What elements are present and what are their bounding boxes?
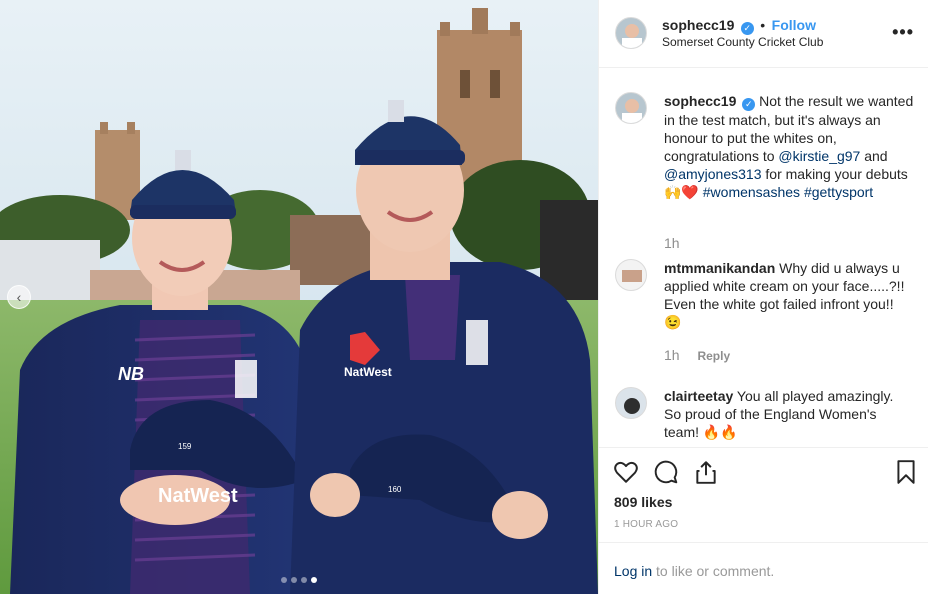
comment-meta: 1h Reply xyxy=(664,347,730,363)
instagram-post: 159 NatWest NB NatWest 160 ‹ sophecc19 ✓… xyxy=(0,0,928,594)
carousel-dot xyxy=(291,577,297,583)
chevron-left-icon: ‹ xyxy=(16,289,22,305)
caption-body-2: for making your debuts xyxy=(765,166,908,182)
post-sidebar: sophecc19 ✓ • Follow Somerset County Cri… xyxy=(598,0,928,594)
caption-and: and xyxy=(864,148,888,164)
comment-emoji: 😉 xyxy=(664,314,682,330)
login-footer: Log in to like or comment. xyxy=(599,542,928,594)
share-icon[interactable] xyxy=(693,459,719,485)
verified-badge-icon: ✓ xyxy=(742,98,756,111)
login-link[interactable]: Log in xyxy=(614,563,652,579)
commenter-username[interactable]: clairteetay xyxy=(664,388,733,404)
post-actions: 809 likes 1 HOUR AGO xyxy=(599,447,928,542)
bookmark-icon[interactable] xyxy=(893,459,919,485)
hashtag-link[interactable]: #womensashes xyxy=(703,184,800,200)
comment-bubble-icon[interactable] xyxy=(653,459,679,485)
comment-text: clairteetay You all played amazingly. So… xyxy=(664,387,914,441)
three-lions-crest-right xyxy=(466,320,488,365)
post-timestamp: 1 HOUR AGO xyxy=(614,519,679,530)
comments-section: sophecc19 ✓ Not the result we wanted in … xyxy=(599,69,928,447)
hashtag-link[interactable]: #gettysport xyxy=(804,184,873,200)
caption-avatar[interactable] xyxy=(615,92,647,124)
login-prompt-text: to like or comment. xyxy=(656,563,775,579)
carousel-previous-button[interactable]: ‹ xyxy=(7,285,31,309)
three-lions-crest-left xyxy=(235,360,257,398)
post-photo[interactable]: 159 NatWest NB NatWest 160 ‹ xyxy=(0,0,598,594)
mention-link[interactable]: @kirstie_g97 xyxy=(778,148,860,164)
cricket-players-image: 159 NatWest NB NatWest 160 xyxy=(0,0,598,594)
shirt-logo: NB xyxy=(118,364,144,384)
heart-icon[interactable] xyxy=(613,459,639,485)
author-avatar[interactable] xyxy=(615,17,647,49)
follow-button[interactable]: Follow xyxy=(772,17,816,33)
comment-time[interactable]: 1h xyxy=(664,347,680,363)
avatar-image xyxy=(616,388,646,418)
verified-badge-icon: ✓ xyxy=(740,22,754,35)
login-prompt: Log in to like or comment. xyxy=(614,563,774,579)
carousel-dot xyxy=(281,577,287,583)
avatar-image xyxy=(616,93,646,123)
separator-dot: • xyxy=(760,17,766,33)
sponsor-right: NatWest xyxy=(344,365,392,379)
avatar-image xyxy=(616,18,646,48)
commenter-avatar[interactable] xyxy=(615,387,647,419)
commenter-avatar[interactable] xyxy=(615,259,647,291)
carousel-dot-active xyxy=(311,577,317,583)
post-location[interactable]: Somerset County Cricket Club xyxy=(662,35,823,49)
post-header: sophecc19 ✓ • Follow Somerset County Cri… xyxy=(599,0,928,68)
mention-link[interactable]: @amyjones313 xyxy=(664,166,762,182)
carousel-indicator xyxy=(281,577,317,583)
header-title-row: sophecc19 ✓ • Follow xyxy=(662,17,816,35)
caption-username[interactable]: sophecc19 xyxy=(664,93,736,109)
carousel-dot xyxy=(301,577,307,583)
caption-time[interactable]: 1h xyxy=(664,235,680,251)
avatar-image xyxy=(616,260,646,290)
author-username[interactable]: sophecc19 xyxy=(662,17,734,33)
likes-count[interactable]: 809 likes xyxy=(614,494,672,510)
cap-number-left: 159 xyxy=(178,442,192,451)
sponsor-left: NatWest xyxy=(158,485,238,507)
comment-text: mtmmanikandan Why did u always u applied… xyxy=(664,259,914,331)
cap-number-right: 160 xyxy=(388,485,402,494)
more-options-icon[interactable]: ••• xyxy=(892,22,914,43)
reply-button[interactable]: Reply xyxy=(697,349,730,363)
caption-text: sophecc19 ✓ Not the result we wanted in … xyxy=(664,92,914,201)
comment-emoji: 🔥🔥 xyxy=(702,424,738,440)
caption-emoji: 🙌❤️ xyxy=(664,184,699,200)
commenter-username[interactable]: mtmmanikandan xyxy=(664,260,775,276)
